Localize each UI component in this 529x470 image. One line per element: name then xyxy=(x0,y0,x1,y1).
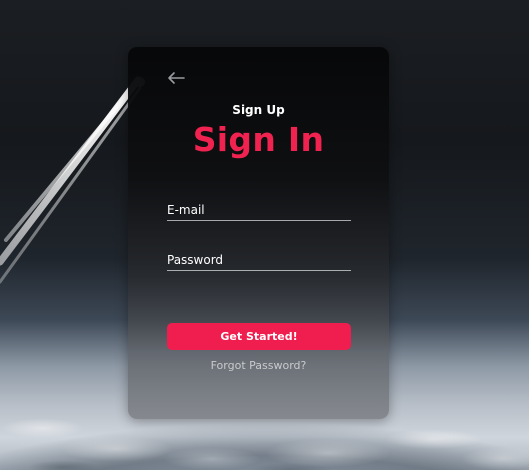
password-field[interactable] xyxy=(167,250,351,271)
sign-in-card: Sign Up Sign In Get Started! Forgot Pass… xyxy=(128,47,389,419)
page-title: Sign In xyxy=(192,120,325,159)
arrow-left-icon[interactable] xyxy=(167,71,185,85)
background-scene: Sign Up Sign In Get Started! Forgot Pass… xyxy=(0,0,529,470)
forgot-password-link[interactable]: Forgot Password? xyxy=(128,359,389,372)
get-started-button[interactable]: Get Started! xyxy=(167,323,351,350)
email-field[interactable] xyxy=(167,200,351,221)
sign-up-link[interactable]: Sign Up xyxy=(128,103,389,117)
